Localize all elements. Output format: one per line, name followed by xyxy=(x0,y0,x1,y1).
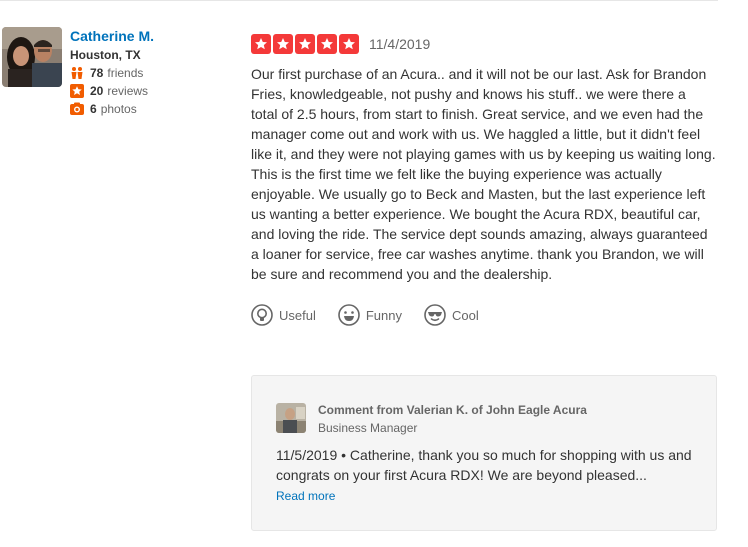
friends-stat: 78 friends xyxy=(70,65,230,81)
funny-button[interactable]: Funny xyxy=(338,304,402,326)
funny-label: Funny xyxy=(365,307,402,323)
user-location: Houston, TX xyxy=(70,48,141,62)
cool-button[interactable]: Cool xyxy=(424,304,479,326)
star-icon xyxy=(339,34,359,54)
reviews-label: reviews xyxy=(107,84,149,98)
smile-icon xyxy=(338,304,360,326)
friends-icon xyxy=(70,66,84,80)
cool-label: Cool xyxy=(452,307,479,323)
business-comment-role: Business Manager xyxy=(318,421,418,435)
business-owner-avatar[interactable] xyxy=(276,403,306,433)
star-icon xyxy=(295,34,315,54)
star-rating xyxy=(251,34,361,54)
camera-icon xyxy=(70,102,84,116)
star-icon xyxy=(317,34,337,54)
useful-button[interactable]: Useful xyxy=(251,304,316,326)
user-avatar[interactable] xyxy=(2,27,62,87)
business-comment-title: Comment from Valerian K. of John Eagle A… xyxy=(318,403,587,417)
business-comment-header: Comment from Valerian K. of John Eagle A… xyxy=(276,403,587,436)
photos-stat: 6 photos xyxy=(70,101,230,117)
vote-buttons: Useful Funny Cool xyxy=(251,304,721,326)
read-more-link[interactable]: Read more xyxy=(276,489,335,503)
star-badge-icon xyxy=(70,84,84,98)
star-icon xyxy=(251,34,271,54)
business-comment: Comment from Valerian K. of John Eagle A… xyxy=(251,375,717,531)
photos-count: 6 xyxy=(90,102,97,116)
review: 11/4/2019 Our first purchase of an Acura… xyxy=(251,33,721,326)
rating-row: 11/4/2019 xyxy=(251,33,721,55)
friends-label: friends xyxy=(107,66,144,80)
top-divider xyxy=(0,0,718,1)
sunglasses-icon xyxy=(424,304,446,326)
business-comment-text: 11/5/2019 • Catherine, thank you so much… xyxy=(276,447,692,483)
user-name[interactable]: Catherine M. xyxy=(70,27,230,45)
reviews-count: 20 xyxy=(90,84,104,98)
user-info: Catherine M. Houston, TX 78 friends 20 r… xyxy=(70,27,230,117)
review-date: 11/4/2019 xyxy=(369,36,431,52)
useful-label: Useful xyxy=(279,307,316,323)
lightbulb-icon xyxy=(251,304,273,326)
friends-count: 78 xyxy=(90,66,104,80)
review-text: Our first purchase of an Acura.. and it … xyxy=(251,66,716,282)
reviews-stat: 20 reviews xyxy=(70,83,230,99)
star-icon xyxy=(273,34,293,54)
photos-label: photos xyxy=(100,102,137,116)
